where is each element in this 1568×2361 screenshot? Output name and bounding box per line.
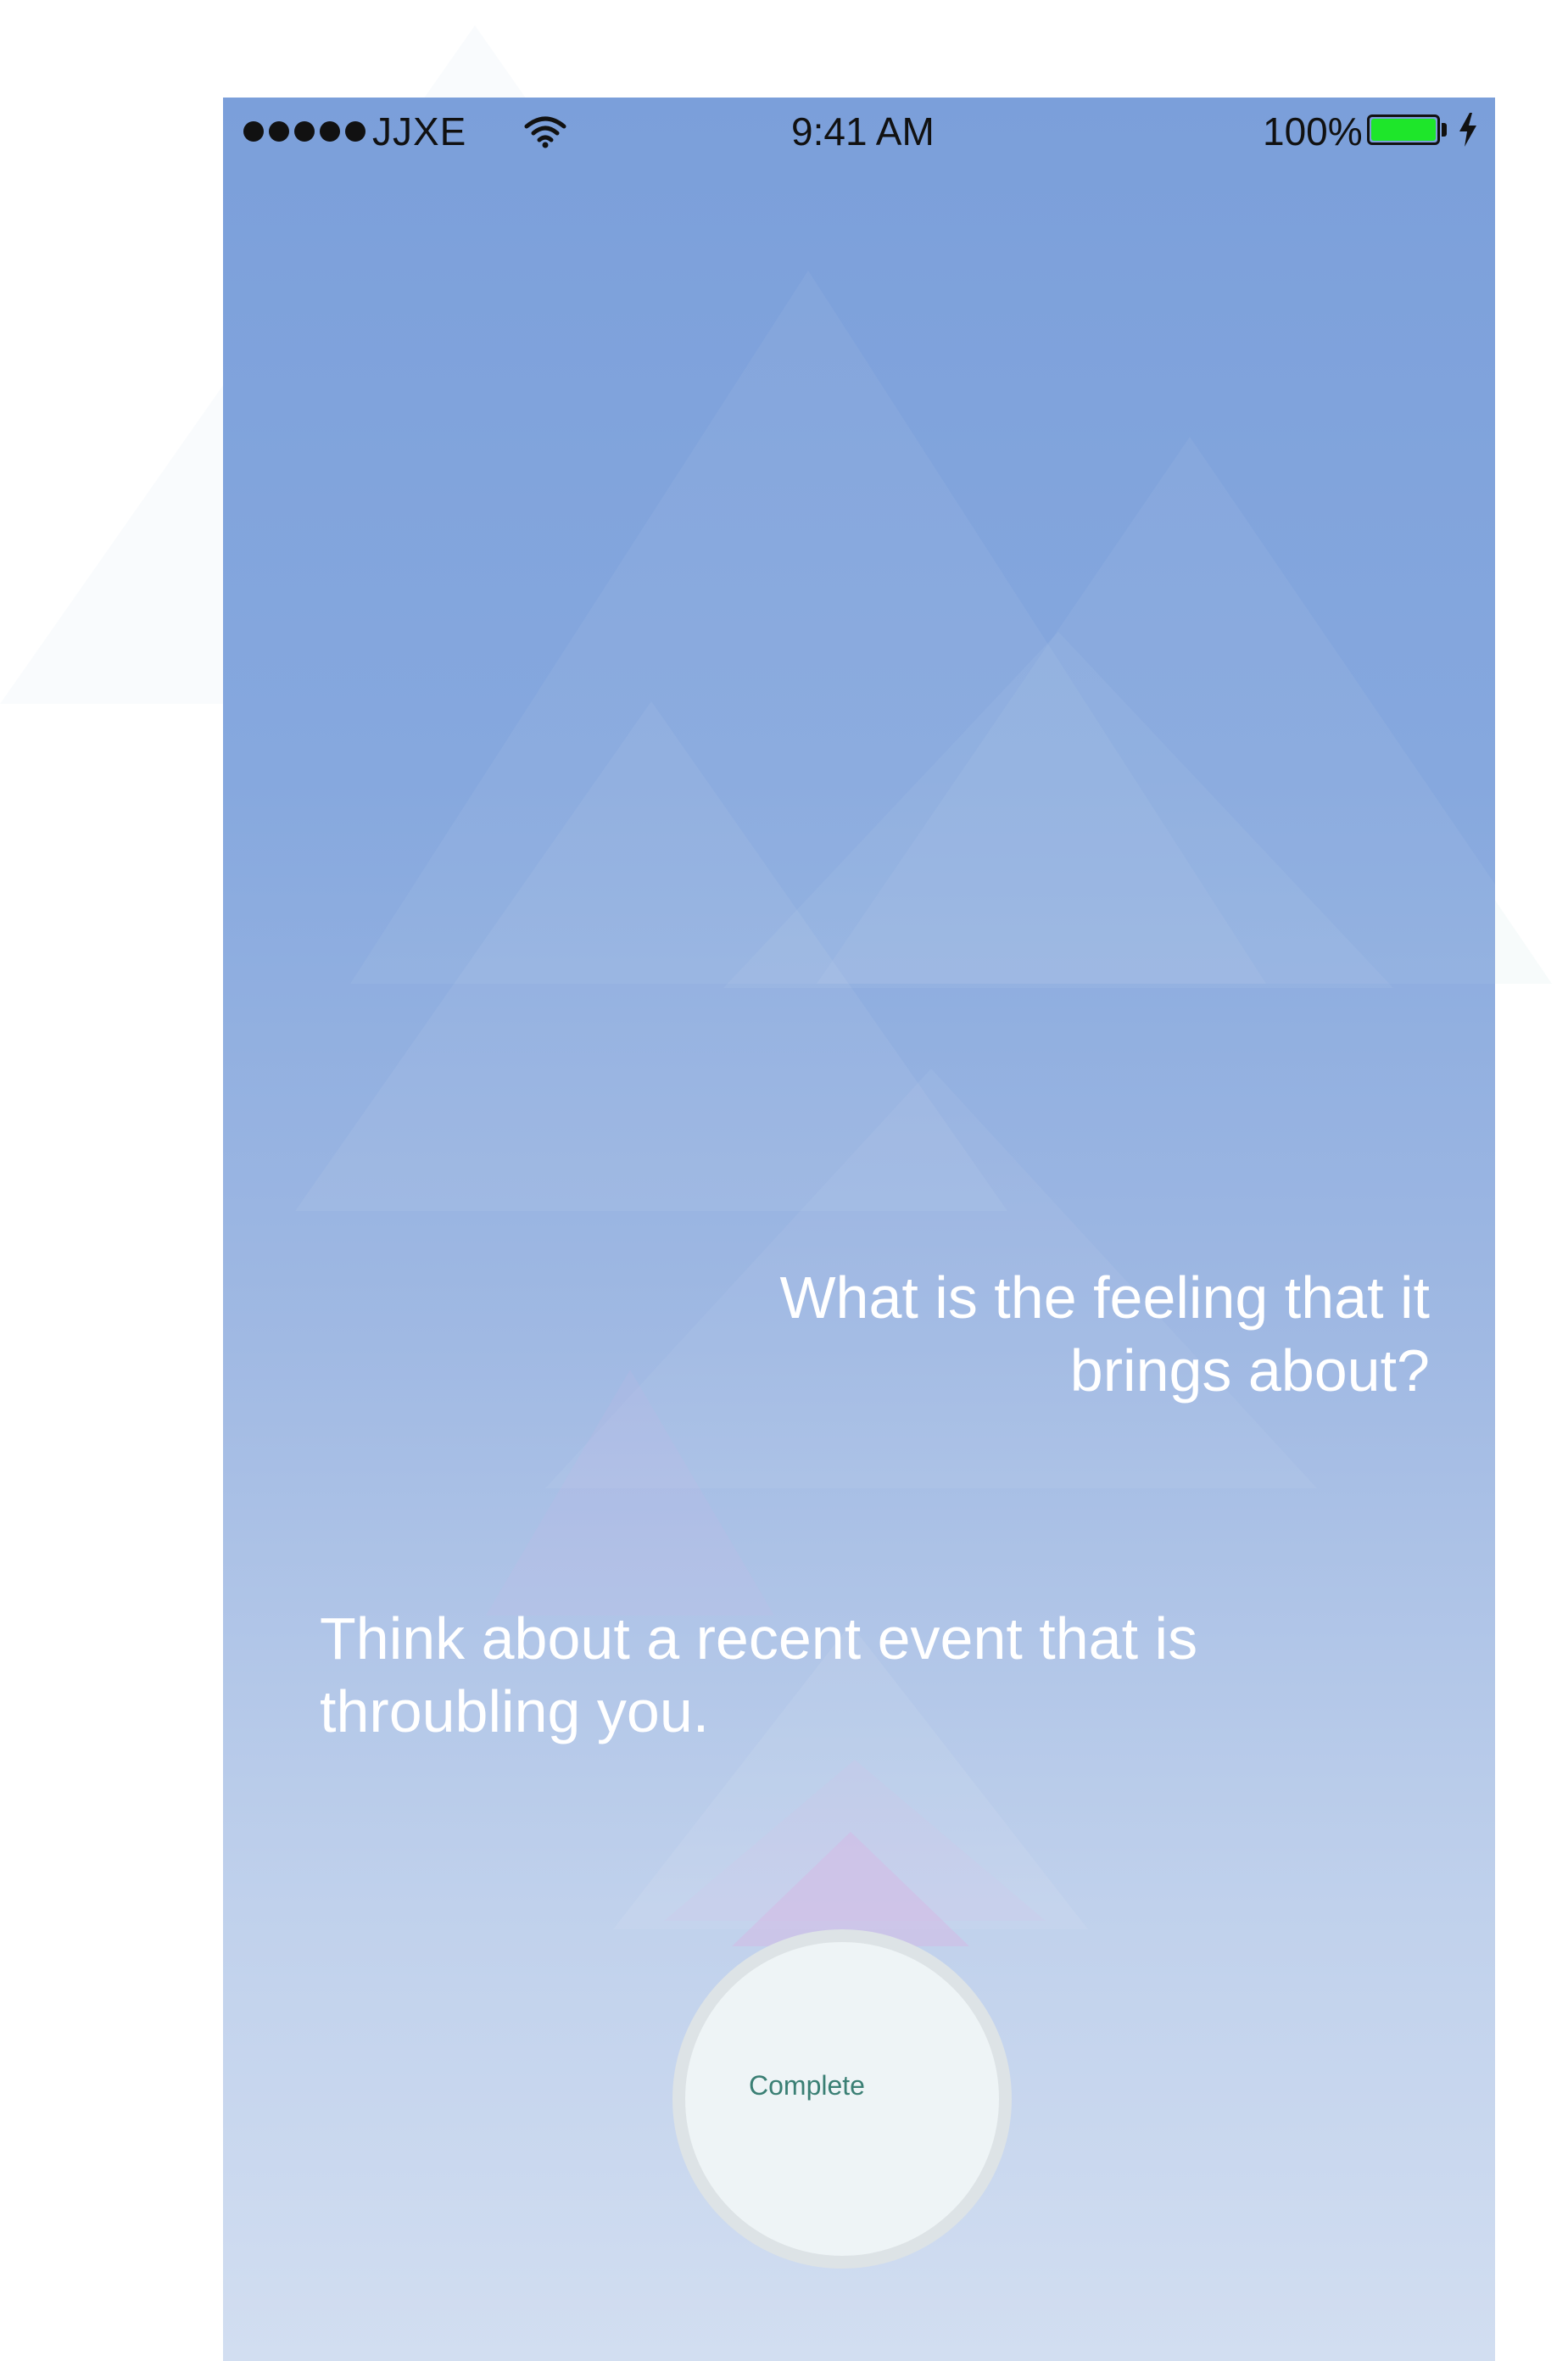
battery-icon: [1367, 114, 1440, 145]
battery-terminal: [1442, 123, 1447, 137]
signal-dot: [243, 121, 264, 142]
charging-bolt-icon: [1459, 113, 1476, 147]
complete-button[interactable]: Complete: [672, 1929, 1012, 2269]
signal-strength-icon: [243, 121, 365, 142]
signal-dot: [345, 121, 365, 142]
status-bar: JJXE 9:41 AM 100%: [223, 98, 1495, 165]
clock: 9:41 AM: [791, 109, 935, 153]
signal-dot: [320, 121, 340, 142]
prompt-text: Think about a recent event that is throu…: [320, 1605, 1198, 1744]
complete-button-label: Complete: [749, 2070, 865, 2101]
battery-level: [1371, 119, 1436, 141]
phone-screen: JJXE 9:41 AM 100% What is the feeling th…: [223, 98, 1495, 2361]
page: JJXE 9:41 AM 100% What is the feeling th…: [0, 0, 1568, 2361]
wifi-icon: [524, 116, 566, 148]
carrier-name: JJXE: [372, 109, 467, 153]
signal-dot: [269, 121, 289, 142]
question-text: What is the feeling that it brings about…: [779, 1264, 1430, 1404]
signal-dot: [294, 121, 315, 142]
battery-percentage: 100%: [1263, 109, 1363, 153]
